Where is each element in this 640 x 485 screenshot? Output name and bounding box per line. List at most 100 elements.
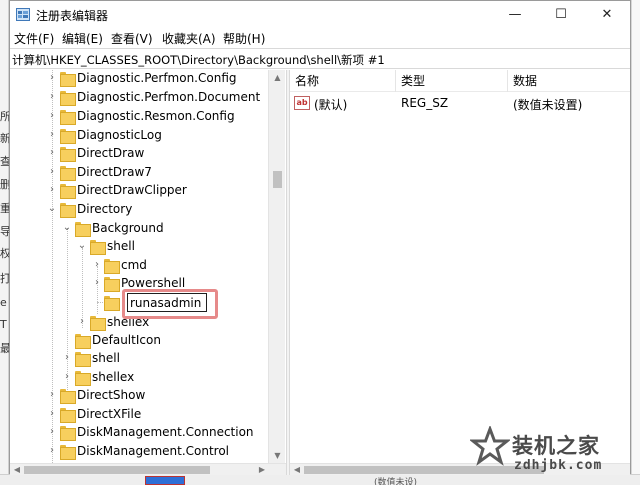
menu-view[interactable]: 查看(V) xyxy=(111,30,153,47)
minimize-button[interactable]: — xyxy=(492,1,538,28)
title-bar[interactable]: 注册表编辑器 — ☐ ✕ xyxy=(10,1,630,28)
chevron-right-icon[interactable]: › xyxy=(47,426,57,437)
chevron-right-icon[interactable]: › xyxy=(77,316,87,327)
tree-item-label: shell xyxy=(107,239,135,253)
tree-item-label: Powershell xyxy=(121,276,186,290)
tree-item[interactable]: › shellex xyxy=(10,369,270,387)
bg-char: 导 xyxy=(0,225,9,238)
tree-item[interactable]: › Diagnostic.Perfmon.Config xyxy=(10,70,270,88)
background-window-right-edge xyxy=(631,0,640,485)
folder-icon xyxy=(60,426,76,441)
column-header-type[interactable]: 类型 xyxy=(396,70,508,92)
bg-char: 重 xyxy=(0,202,9,215)
close-button[interactable]: ✕ xyxy=(584,1,630,28)
value-list-pane[interactable]: 名称 类型 数据 ab (默认) REG_SZ (数值未设置) xyxy=(290,70,630,463)
rename-key-input[interactable] xyxy=(127,293,207,312)
list-item[interactable]: ab (默认) REG_SZ (数值未设置) xyxy=(290,93,630,113)
folder-icon xyxy=(90,316,106,331)
tree-item[interactable]: › cmd xyxy=(10,257,270,275)
folder-icon xyxy=(104,277,120,292)
chevron-right-icon[interactable]: › xyxy=(47,147,57,158)
column-header-data[interactable]: 数据 xyxy=(508,70,630,92)
chevron-right-icon[interactable]: › xyxy=(47,110,57,121)
string-value-icon: ab xyxy=(294,96,310,110)
chevron-right-icon[interactable]: › xyxy=(47,166,57,177)
bg-char: 所 xyxy=(0,110,9,123)
tree-vertical-scrollbar[interactable]: ▲ ▼ xyxy=(268,70,285,463)
bg-char: 新 xyxy=(0,132,9,145)
scroll-left-icon[interactable]: ◀ xyxy=(293,465,301,474)
tree-item-background[interactable]: ⌄ Background xyxy=(10,220,270,238)
key-tree-pane[interactable]: › Diagnostic.Perfmon.Config › Diagnostic… xyxy=(10,70,286,463)
tree-item[interactable]: › DirectXFile xyxy=(10,406,270,424)
address-bar[interactable]: 计算机\HKEY_CLASSES_ROOT\Directory\Backgrou… xyxy=(10,48,630,69)
chevron-right-icon[interactable]: › xyxy=(47,389,57,400)
tree-item-label: DirectShow xyxy=(77,388,146,402)
tree-item-label: Diagnostic.Resmon.Config xyxy=(77,109,235,123)
menu-file[interactable]: 文件(F) xyxy=(14,30,54,47)
folder-icon xyxy=(90,240,106,255)
scroll-right-icon[interactable]: ▶ xyxy=(258,465,266,474)
folder-icon xyxy=(60,129,76,144)
folder-icon xyxy=(60,445,76,460)
background-window-bottom-edge: (数值未设) xyxy=(0,474,640,485)
watermark-url: zdhjbk.com xyxy=(514,458,603,473)
scrollbar-thumb[interactable] xyxy=(24,466,210,474)
tree-item[interactable]: › shell xyxy=(10,350,270,368)
tree-item[interactable]: › Diagnostic.Resmon.Config xyxy=(10,108,270,126)
tree-item-label: DirectDraw xyxy=(77,146,145,160)
chevron-right-icon[interactable]: › xyxy=(47,408,57,419)
folder-icon xyxy=(75,371,91,386)
chevron-down-icon[interactable]: ⌄ xyxy=(47,203,57,214)
scrollbar-thumb[interactable] xyxy=(273,171,282,188)
column-header-name[interactable]: 名称 xyxy=(290,70,396,92)
tree-item-label: DiskManagement.Control xyxy=(77,444,230,458)
scroll-up-icon[interactable]: ▲ xyxy=(273,73,282,82)
chevron-right-icon[interactable]: › xyxy=(47,72,57,83)
watermark-brand: 装机之家 xyxy=(512,434,600,458)
chevron-right-icon[interactable]: › xyxy=(92,277,102,288)
tree-item[interactable]: › Diagnostic.Perfmon.Document xyxy=(10,89,270,107)
chevron-down-icon[interactable]: ⌄ xyxy=(62,222,72,233)
tree-item[interactable]: › DiskManagement.Control xyxy=(10,443,270,461)
tree-item-label: DiagnosticLog xyxy=(77,128,162,142)
tree-item-directory[interactable]: ⌄ Directory xyxy=(10,201,270,219)
tree-item[interactable]: › DirectDraw7 xyxy=(10,164,270,182)
chevron-right-icon[interactable]: › xyxy=(47,445,57,456)
address-path[interactable]: 计算机\HKEY_CLASSES_ROOT\Directory\Backgrou… xyxy=(12,52,385,68)
chevron-right-icon[interactable]: › xyxy=(47,91,57,102)
folder-icon xyxy=(104,296,120,311)
menu-help[interactable]: 帮助(H) xyxy=(223,30,265,47)
menu-bar: 文件(F) 编辑(E) 查看(V) 收藏夹(A) 帮助(H) xyxy=(10,28,630,48)
bg-char: 最 xyxy=(0,342,9,355)
tree-item[interactable]: › DiagnosticLog xyxy=(10,127,270,145)
scroll-left-icon[interactable]: ◀ xyxy=(13,465,21,474)
chevron-right-icon[interactable]: › xyxy=(47,184,57,195)
chevron-right-icon[interactable]: › xyxy=(47,129,57,140)
tree-item-label: Diagnostic.Perfmon.Document xyxy=(77,90,261,104)
maximize-button[interactable]: ☐ xyxy=(538,1,584,28)
tree-item[interactable]: DefaultIcon xyxy=(10,332,270,350)
menu-favorites[interactable]: 收藏夹(A) xyxy=(162,30,216,47)
tree-item-label: DirectXFile xyxy=(77,407,142,421)
folder-icon xyxy=(60,184,76,199)
chevron-right-icon[interactable]: › xyxy=(92,259,102,270)
tree-item-label: Directory xyxy=(77,202,133,216)
folder-icon xyxy=(60,72,76,87)
site-watermark: 装机之家 zdhjbk.com xyxy=(470,426,635,474)
tree-item-label: DiskManagement.Connection xyxy=(77,425,254,439)
tree-item-shell[interactable]: ⌄ shell xyxy=(10,238,270,256)
chevron-right-icon[interactable]: › xyxy=(62,352,72,363)
tree-item[interactable]: › DirectDraw xyxy=(10,145,270,163)
scroll-down-icon[interactable]: ▼ xyxy=(273,451,282,460)
folder-icon xyxy=(60,147,76,162)
tree-item[interactable]: › DirectShow xyxy=(10,387,270,405)
star-logo-icon xyxy=(470,426,510,466)
chevron-right-icon[interactable]: › xyxy=(62,371,72,382)
chevron-down-icon[interactable]: ⌄ xyxy=(77,240,87,251)
folder-icon xyxy=(60,408,76,423)
tree-horizontal-scrollbar[interactable]: ◀ ▶ xyxy=(10,463,286,475)
tree-item[interactable]: › DirectDrawClipper xyxy=(10,182,270,200)
menu-edit[interactable]: 编辑(E) xyxy=(62,30,103,47)
tree-item[interactable]: › DiskManagement.Connection xyxy=(10,424,270,442)
